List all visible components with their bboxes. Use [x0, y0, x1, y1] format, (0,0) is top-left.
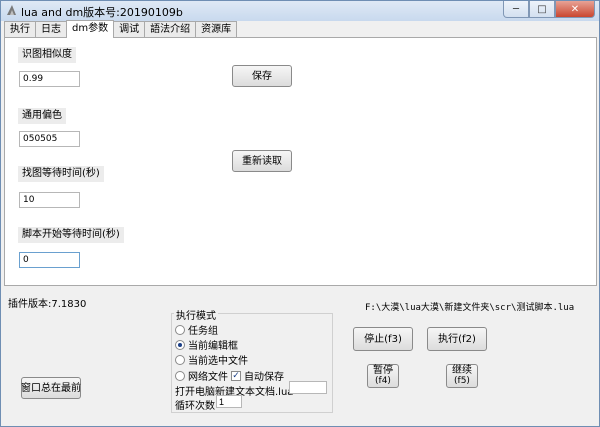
- pause-key: (f4): [375, 376, 391, 386]
- maximize-icon: □: [537, 3, 547, 15]
- app-icon: [7, 5, 16, 15]
- radio-selected-icon: [175, 339, 185, 350]
- script-path: F:\大漠\lua大漠\新建文件夹\scr\测试脚本.lua: [365, 303, 575, 313]
- find-wait-input[interactable]: [19, 192, 80, 208]
- window-title: lua and dm版本号:20190109b: [21, 6, 183, 19]
- color-offset-input[interactable]: [19, 131, 80, 147]
- exec-mode-legend: 执行模式: [174, 307, 218, 322]
- stop-button[interactable]: 停止(f3): [353, 327, 413, 351]
- tab-dm-params[interactable]: dm参数: [66, 20, 115, 38]
- tab-debug[interactable]: 调试: [113, 21, 146, 38]
- mode-web-file-radio[interactable]: 网络文件: [175, 368, 228, 383]
- mode-web-file-label: 网络文件: [188, 372, 228, 383]
- start-wait-input[interactable]: [19, 252, 80, 268]
- tab-execute[interactable]: 执行: [4, 21, 36, 38]
- auto-save-label: 自动保存: [244, 372, 284, 383]
- minimize-button[interactable]: ─: [503, 1, 529, 18]
- auto-save-checkbox[interactable]: ✓ 自动保存: [231, 368, 284, 383]
- radio-icon: [175, 354, 185, 365]
- start-wait-label: 脚本开始等待时间(秒): [18, 227, 124, 243]
- pause-button[interactable]: 暂停 (f4): [367, 364, 399, 388]
- resume-key: (f5): [454, 376, 470, 386]
- open-new-file-input[interactable]: [289, 381, 327, 394]
- maximize-button[interactable]: □: [529, 1, 555, 18]
- mode-current-file-radio[interactable]: 当前选中文件: [175, 352, 248, 367]
- resume-label: 继续: [452, 365, 472, 376]
- mode-current-file-label: 当前选中文件: [188, 356, 248, 367]
- mode-task-group-radio[interactable]: 任务组: [175, 322, 218, 337]
- similarity-label: 识图相似度: [18, 47, 76, 63]
- app-window: lua and dm版本号:20190109b ─ □ ✕ 执行 日志 dm参数…: [0, 0, 600, 427]
- radio-icon: [175, 370, 185, 381]
- find-wait-label: 找图等待时间(秒): [18, 166, 104, 182]
- run-button[interactable]: 执行(f2): [427, 327, 487, 351]
- checkmark-icon: ✓: [231, 370, 241, 381]
- tab-syntax[interactable]: 語法介绍: [144, 21, 197, 38]
- resume-button[interactable]: 继续 (f5): [446, 364, 478, 388]
- close-icon: ✕: [570, 3, 580, 15]
- tab-log[interactable]: 日志: [35, 21, 67, 38]
- minimize-icon: ─: [512, 3, 520, 15]
- save-button[interactable]: 保存: [232, 65, 292, 87]
- tab-bar: 执行 日志 dm参数 调试 語法介绍 资源库: [4, 20, 238, 38]
- mode-current-editor-radio[interactable]: 当前编辑框: [175, 337, 238, 352]
- window-controls: ─ □ ✕: [503, 1, 595, 18]
- mode-current-editor-label: 当前编辑框: [188, 341, 238, 352]
- always-on-top-button[interactable]: 窗口总在最前: [21, 377, 81, 399]
- radio-icon: [175, 324, 185, 335]
- title-bar[interactable]: lua and dm版本号:20190109b ─ □ ✕: [1, 1, 599, 21]
- close-button[interactable]: ✕: [555, 1, 595, 18]
- reload-button[interactable]: 重新读取: [232, 150, 292, 172]
- mode-task-group-label: 任务组: [188, 326, 218, 337]
- dm-params-panel: 识图相似度 通用偏色 找图等待时间(秒) 脚本开始等待时间(秒) 保存 重新读取: [4, 37, 597, 286]
- tab-resources[interactable]: 资源库: [195, 21, 238, 38]
- loop-count-label: 循环次数: [175, 401, 215, 412]
- loop-count-input[interactable]: [216, 395, 242, 408]
- color-offset-label: 通用偏色: [18, 108, 66, 124]
- similarity-input[interactable]: [19, 71, 80, 87]
- pause-label: 暂停: [373, 365, 393, 376]
- plugin-version: 插件版本:7.1830: [8, 299, 87, 310]
